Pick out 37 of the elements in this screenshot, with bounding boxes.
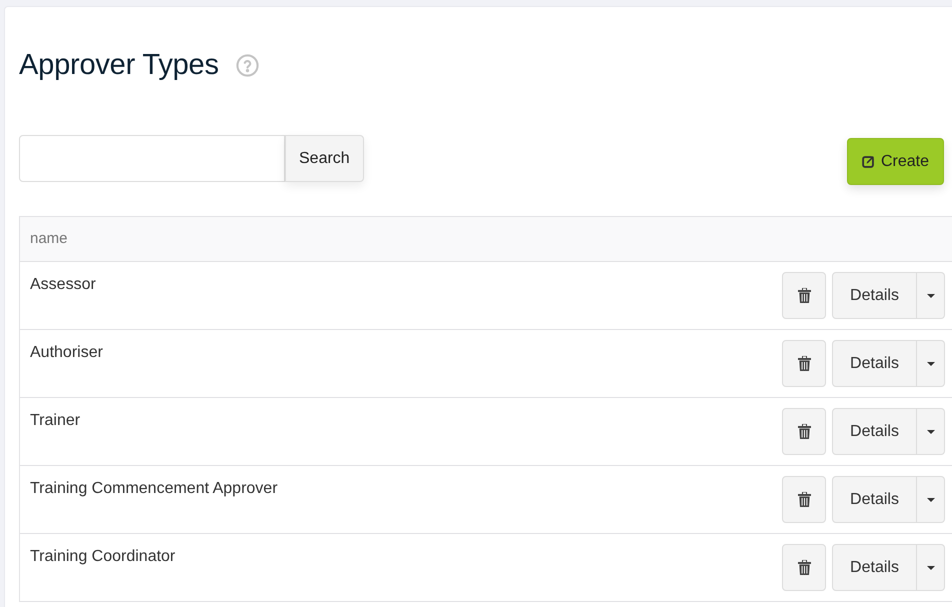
delete-button[interactable] [782,408,826,455]
help-icon[interactable] [236,54,259,76]
search-field[interactable] [19,135,285,182]
caret-down-icon [926,566,934,570]
delete-button[interactable] [782,340,826,387]
trash-icon [798,560,810,575]
delete-button[interactable] [782,272,826,319]
caret-down-icon [926,498,934,502]
caret-down-icon [926,430,934,434]
dropdown-toggle[interactable] [917,476,945,523]
trash-icon [798,424,810,439]
search-button[interactable]: Search [285,135,364,182]
caret-down-icon [926,362,934,366]
delete-button[interactable] [782,544,826,591]
details-button[interactable]: Details [832,272,917,319]
caret-down-icon [926,294,934,298]
trash-icon [798,492,810,507]
details-button[interactable]: Details [832,544,917,591]
trash-icon [798,288,810,303]
dropdown-toggle[interactable] [917,544,945,591]
details-button[interactable]: Details [832,408,917,455]
table-cell: Training Commencement Approver [30,479,278,499]
table-cell: Training Coordinator [30,547,176,567]
delete-button[interactable] [782,476,826,523]
trash-icon [798,356,810,371]
create-button[interactable]: Create [846,138,944,185]
dropdown-toggle[interactable] [917,272,945,319]
edit-icon [862,155,875,168]
page-title: Approver Types [19,50,219,80]
details-button[interactable]: Details [832,476,917,523]
column-header: name [30,228,68,249]
dropdown-toggle[interactable] [917,408,945,455]
table-cell: Assessor [30,275,96,295]
dropdown-toggle[interactable] [917,340,945,387]
details-button[interactable]: Details [832,340,917,387]
table-cell: Authoriser [30,343,103,363]
table-cell: Trainer [30,411,80,431]
